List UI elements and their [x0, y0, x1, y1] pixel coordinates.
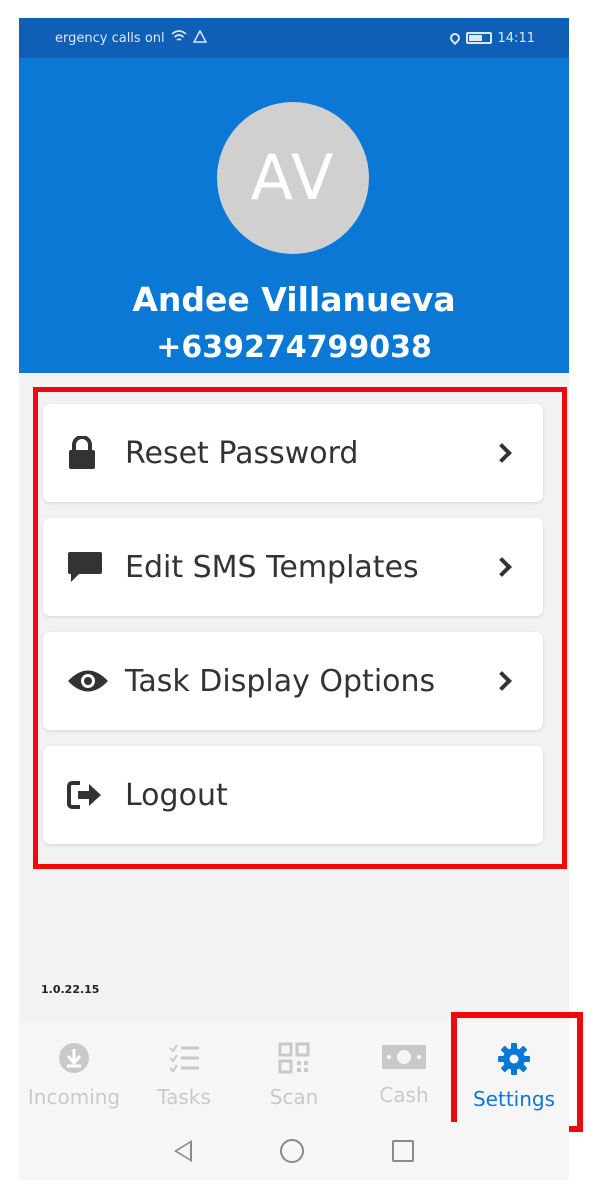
menu-item-task-display-options[interactable]: Task Display Options — [43, 632, 543, 730]
bottom-tab-bar: Incoming Tasks Scan Cash Settings — [19, 1022, 569, 1122]
gear-icon — [497, 1042, 531, 1081]
settings-menu: Reset Password Edit SMS Templates Task D… — [43, 404, 543, 860]
status-bar: ergency calls onl 14:11 — [19, 18, 569, 58]
menu-item-label: Edit SMS Templates — [125, 549, 419, 585]
recent-apps-icon[interactable] — [392, 1140, 414, 1162]
battery-icon — [465, 32, 492, 44]
profile-name: Andee Villanueva — [132, 280, 456, 319]
profile-phone: +639274799038 — [156, 330, 432, 365]
avatar: AV — [217, 102, 369, 254]
lock-icon — [67, 436, 109, 470]
status-left: ergency calls onl — [55, 28, 207, 47]
message-icon — [67, 550, 109, 584]
chevron-right-icon — [492, 443, 512, 463]
tab-cash[interactable]: Cash — [349, 1022, 459, 1122]
tab-settings[interactable]: Settings — [459, 1022, 569, 1122]
tab-label: Incoming — [27, 1085, 121, 1109]
menu-item-reset-password[interactable]: Reset Password — [43, 404, 543, 502]
qr-code-icon — [278, 1042, 310, 1079]
tab-label: Scan — [269, 1085, 319, 1109]
tab-incoming[interactable]: Incoming — [19, 1022, 129, 1122]
tab-label: Settings — [472, 1087, 556, 1111]
tab-label: Tasks — [157, 1085, 211, 1109]
home-icon[interactable] — [280, 1139, 304, 1163]
menu-item-label: Logout — [125, 777, 228, 813]
profile-header: AV Andee Villanueva +639274799038 — [19, 58, 569, 373]
logout-icon — [67, 780, 109, 810]
chevron-right-icon — [492, 671, 512, 691]
menu-item-edit-sms-templates[interactable]: Edit SMS Templates — [43, 518, 543, 616]
wifi-icon — [171, 29, 187, 47]
status-text: ergency calls onl — [55, 30, 165, 46]
checklist-icon — [168, 1042, 200, 1079]
app-version: 1.0.22.15 — [41, 983, 100, 996]
tab-label: Cash — [379, 1083, 429, 1107]
status-time: 14:11 — [497, 30, 535, 46]
menu-item-logout[interactable]: Logout — [43, 746, 543, 844]
status-right: 14:11 — [447, 30, 535, 46]
location-icon — [447, 30, 462, 46]
back-icon[interactable] — [174, 1140, 192, 1162]
eye-icon — [67, 668, 109, 694]
system-nav-bar — [19, 1122, 569, 1180]
menu-item-label: Task Display Options — [125, 663, 436, 699]
tab-scan[interactable]: Scan — [239, 1022, 349, 1122]
warning-icon — [192, 28, 207, 47]
cash-icon — [381, 1042, 427, 1077]
chevron-right-icon — [492, 557, 512, 577]
tab-tasks[interactable]: Tasks — [129, 1022, 239, 1122]
download-icon — [58, 1042, 90, 1079]
menu-item-label: Reset Password — [125, 435, 359, 471]
